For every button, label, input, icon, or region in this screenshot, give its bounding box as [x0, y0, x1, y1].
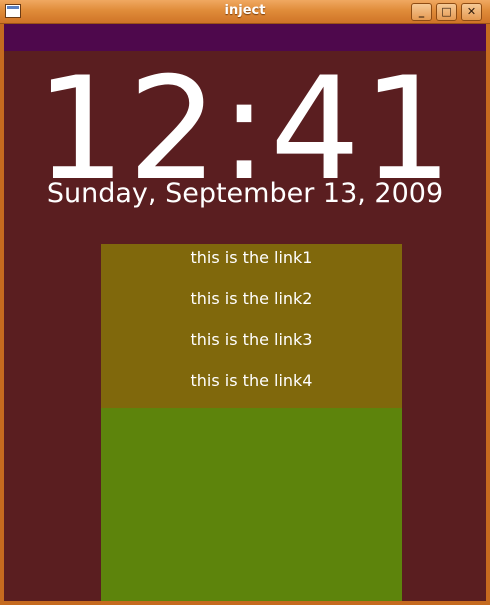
maximize-button[interactable]: □: [436, 3, 457, 21]
minimize-button[interactable]: _: [411, 3, 432, 21]
close-button[interactable]: ✕: [461, 3, 482, 21]
link-2[interactable]: this is the link2: [101, 285, 402, 326]
app-window: inject _ □ ✕ 12:41 Sunday, September 13,…: [0, 0, 490, 605]
clock-date: Sunday, September 13, 2009: [46, 178, 444, 209]
links-panel: this is the link1 this is the link2 this…: [101, 244, 402, 408]
link-4[interactable]: this is the link4: [101, 367, 402, 408]
link-3[interactable]: this is the link3: [101, 326, 402, 367]
app-content: 12:41 Sunday, September 13, 2009 this is…: [4, 24, 486, 601]
window-titlebar[interactable]: inject _ □ ✕: [0, 0, 490, 24]
green-panel: [101, 408, 402, 601]
link-1[interactable]: this is the link1: [101, 244, 402, 285]
